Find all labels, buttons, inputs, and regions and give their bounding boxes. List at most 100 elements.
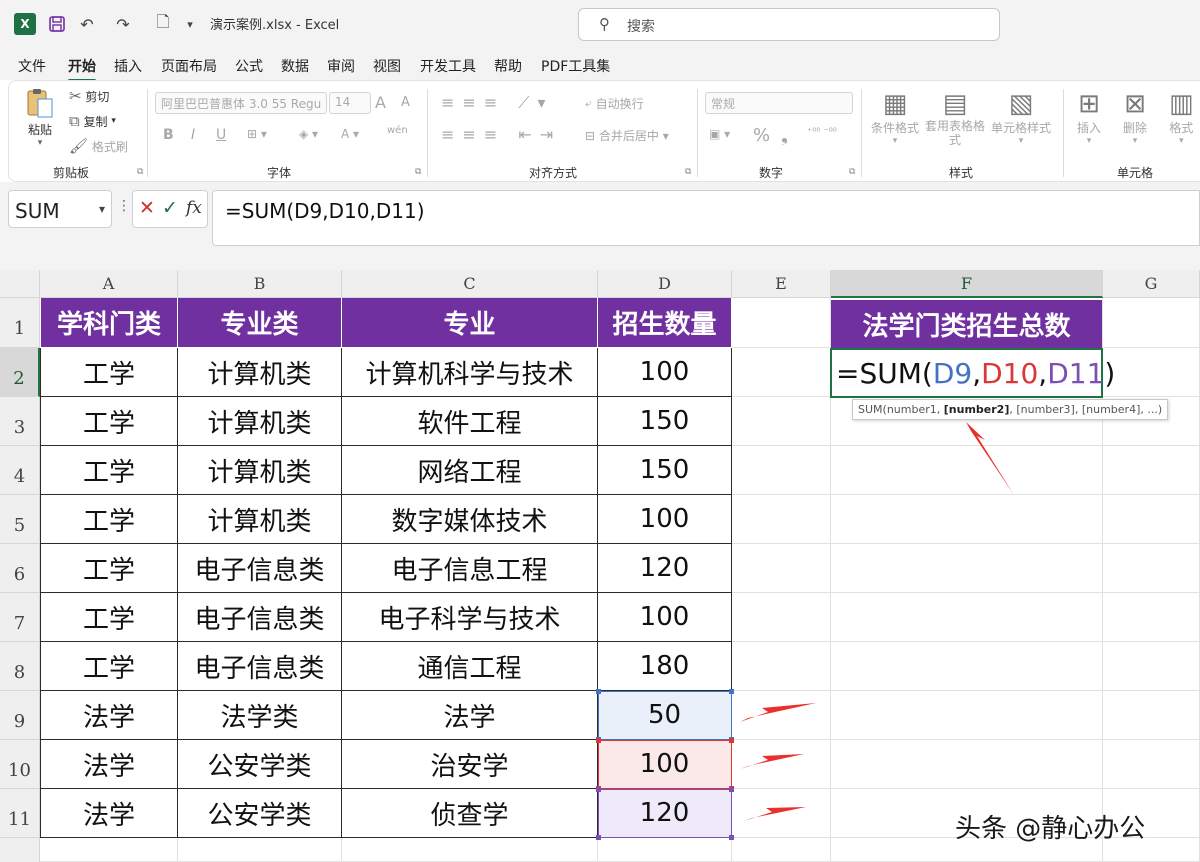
cell-A9[interactable]: 法学 — [40, 691, 178, 740]
tab-data[interactable]: 数据 — [281, 56, 309, 76]
insert-cells-button[interactable]: ⊞ 插入 ▾ — [1077, 89, 1101, 146]
italic-button[interactable]: I — [191, 127, 195, 143]
cell-B6[interactable]: 电子信息类 — [178, 544, 342, 593]
column-header-F[interactable]: F — [831, 270, 1103, 298]
resize-handle[interactable] — [596, 787, 601, 792]
decimal-buttons[interactable]: ⁺⁰⁰ ⁻⁰⁰ — [807, 127, 837, 138]
currency-icon[interactable]: ▣ ▾ — [709, 127, 730, 141]
search-input[interactable]: ⚲ 搜索 — [578, 8, 1000, 41]
font-launcher-icon[interactable]: ⧉ — [415, 167, 421, 177]
bold-button[interactable]: B — [163, 127, 174, 143]
alignment-launcher-icon[interactable]: ⧉ — [685, 167, 691, 177]
cell-D2[interactable]: 100 — [598, 348, 732, 397]
cell-A3[interactable]: 工学 — [40, 397, 178, 446]
row-header-7[interactable]: 7 — [0, 593, 40, 642]
cell-B3[interactable]: 计算机类 — [178, 397, 342, 446]
cell-C6[interactable]: 电子信息工程 — [342, 544, 598, 593]
row-header-5[interactable]: 5 — [0, 495, 40, 544]
cell-C9[interactable]: 法学 — [342, 691, 598, 740]
cell-C7[interactable]: 电子科学与技术 — [342, 593, 598, 642]
paste-button[interactable]: 粘贴 ▾ — [25, 87, 55, 148]
row-header-6[interactable]: 6 — [0, 544, 40, 593]
row-header-11[interactable]: 11 — [0, 789, 40, 838]
fill-color-icon[interactable]: ◈ ▾ — [299, 127, 318, 141]
cell-A2[interactable]: 工学 — [40, 348, 178, 397]
tab-formulas[interactable]: 公式 — [235, 56, 263, 76]
row-header-1[interactable]: 1 — [0, 298, 40, 348]
print-preview-icon[interactable]: 🗋 — [152, 12, 174, 36]
cell-C10[interactable]: 治安学 — [342, 740, 598, 789]
insert-function-icon[interactable]: fx — [186, 198, 202, 218]
cell-B11[interactable]: 公安学类 — [178, 789, 342, 838]
resize-handle[interactable] — [596, 738, 601, 743]
cell-C8[interactable]: 通信工程 — [342, 642, 598, 691]
row-header-9[interactable]: 9 — [0, 691, 40, 740]
clipboard-launcher-icon[interactable]: ⧉ — [137, 167, 143, 177]
cell-C1[interactable]: 专业 — [342, 298, 598, 348]
column-header-A[interactable]: A — [40, 270, 178, 298]
formula-input[interactable]: =SUM(D9,D10,D11) — [212, 190, 1200, 246]
row-header-8[interactable]: 8 — [0, 642, 40, 691]
conditional-format-button[interactable]: ▦ 条件格式 ▾ — [871, 89, 919, 146]
cell-D1[interactable]: 招生数量 — [598, 298, 732, 348]
cell-D6[interactable]: 120 — [598, 544, 732, 593]
number-launcher-icon[interactable]: ⧉ — [849, 167, 855, 177]
cell-A8[interactable]: 工学 — [40, 642, 178, 691]
cell-A6[interactable]: 工学 — [40, 544, 178, 593]
percent-button[interactable]: % — [753, 125, 770, 146]
cell-A4[interactable]: 工学 — [40, 446, 178, 495]
cell-B2[interactable]: 计算机类 — [178, 348, 342, 397]
cell-B9[interactable]: 法学类 — [178, 691, 342, 740]
undo-icon[interactable]: ↶ — [76, 12, 98, 36]
vertical-align-buttons[interactable]: ≡≡≡ ⟋▾ — [441, 93, 554, 113]
resize-handle[interactable] — [729, 835, 734, 840]
cell-F1[interactable]: 法学门类招生总数 — [831, 300, 1102, 348]
resize-handle[interactable] — [729, 787, 734, 792]
cell-A5[interactable]: 工学 — [40, 495, 178, 544]
chevron-down-icon[interactable]: ▾ — [99, 202, 105, 216]
tab-review[interactable]: 审阅 — [327, 56, 355, 76]
tab-pdf-tools[interactable]: PDF工具集 — [541, 56, 610, 76]
select-all-corner[interactable] — [0, 270, 40, 298]
wrap-text-button[interactable]: ⤶ 自动换行 — [585, 95, 644, 112]
column-header-E[interactable]: E — [732, 270, 831, 298]
customize-toolbar-icon[interactable]: ▾ — [182, 12, 198, 36]
shrink-font-button[interactable]: A — [401, 95, 410, 110]
tab-help[interactable]: 帮助 — [494, 56, 522, 76]
cell-B1[interactable]: 专业类 — [178, 298, 342, 348]
row-header-10[interactable]: 10 — [0, 740, 40, 789]
spreadsheet-grid[interactable]: ABCDEFG 1 2 3 4 5 6 7 8 9 10 11 学科门类 专业类 专业 招生数量 工学 计算机… — [0, 270, 1200, 862]
grow-font-button[interactable]: A — [375, 93, 386, 112]
cell-F2-editing[interactable]: =SUM(D9, D10, D11) — [830, 348, 1115, 398]
cut-button[interactable]: ✂ 剪切 — [69, 87, 109, 105]
cell-D3[interactable]: 150 — [598, 397, 732, 446]
cell-C2[interactable]: 计算机科学与技术 — [342, 348, 598, 397]
font-size-select[interactable]: 14 — [329, 92, 371, 114]
cell-C3[interactable]: 软件工程 — [342, 397, 598, 446]
number-format-select[interactable]: 常规 — [705, 92, 853, 114]
phonetic-button[interactable]: wén — [387, 125, 408, 136]
cell-C11[interactable]: 侦查学 — [342, 789, 598, 838]
format-painter-button[interactable]: 🖌 格式刷 — [69, 137, 128, 155]
cell-B8[interactable]: 电子信息类 — [178, 642, 342, 691]
cell-D8[interactable]: 180 — [598, 642, 732, 691]
resize-handle[interactable] — [729, 689, 734, 694]
tab-home[interactable]: 开始 — [68, 56, 96, 82]
row-header-12[interactable] — [0, 838, 40, 862]
tab-view[interactable]: 视图 — [373, 56, 401, 76]
cell-B5[interactable]: 计算机类 — [178, 495, 342, 544]
name-box[interactable]: SUM ▾ — [8, 190, 112, 228]
more-options-icon[interactable]: ⋮ — [117, 198, 131, 214]
row-header-4[interactable]: 4 — [0, 446, 40, 495]
borders-icon[interactable]: ⊞ ▾ — [247, 127, 267, 141]
column-header-G[interactable]: G — [1103, 270, 1200, 298]
column-header-D[interactable]: D — [598, 270, 732, 298]
delete-cells-button[interactable]: ⊠ 删除 ▾ — [1123, 89, 1147, 146]
redo-icon[interactable]: ↷ — [112, 12, 134, 36]
cell-B10[interactable]: 公安学类 — [178, 740, 342, 789]
font-name-select[interactable]: 阿里巴巴普惠体 3.0 55 Regu — [155, 92, 327, 114]
check-icon[interactable]: ✓ — [162, 197, 178, 219]
cell-D4[interactable]: 150 — [598, 446, 732, 495]
format-cells-button[interactable]: ▥ 格式 ▾ — [1169, 89, 1194, 146]
cell-A10[interactable]: 法学 — [40, 740, 178, 789]
